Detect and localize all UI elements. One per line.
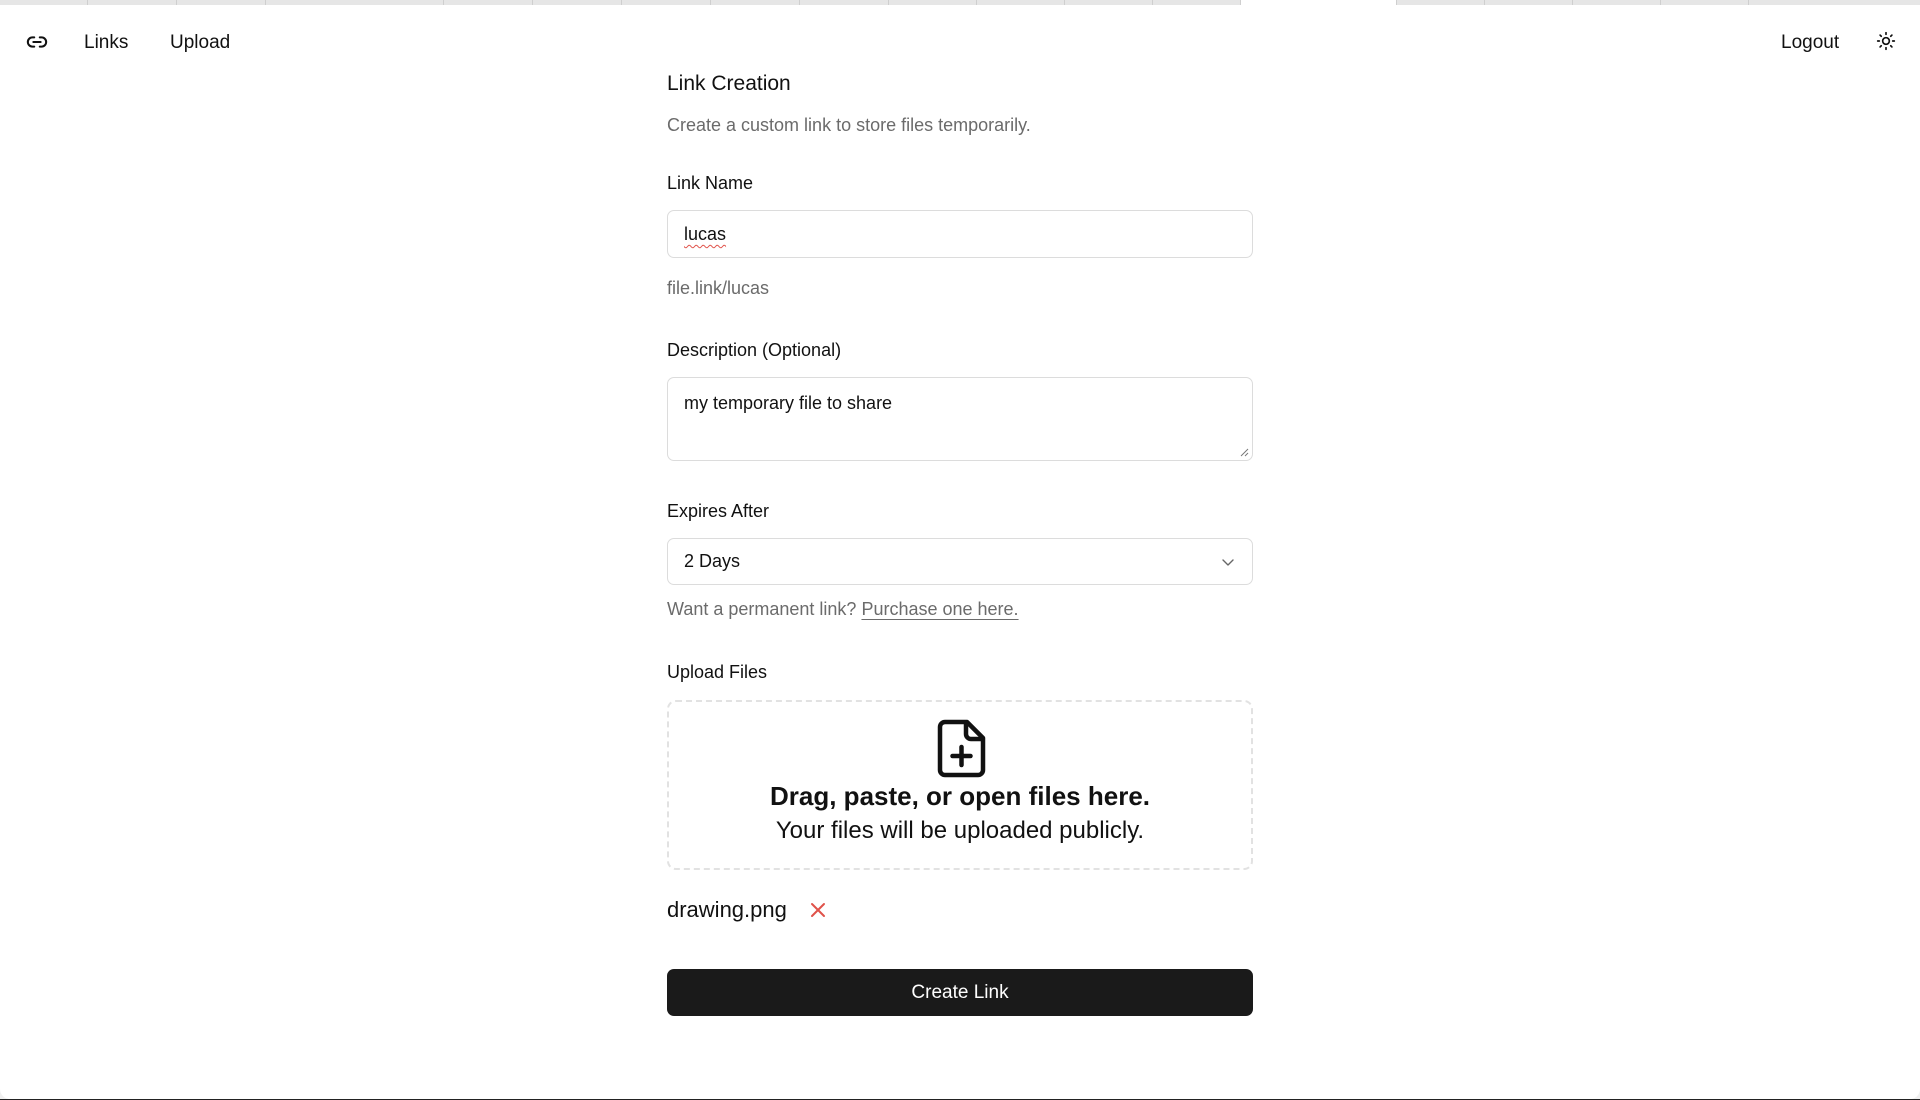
link-name-input[interactable]: lucas: [667, 210, 1253, 258]
expires-label: Expires After: [667, 501, 770, 521]
link-url-preview: file.link/lucas: [667, 278, 770, 298]
sun-icon[interactable]: [1871, 26, 1901, 56]
top-navbar: Links Upload Logout: [0, 5, 1920, 71]
expires-select[interactable]: 2 Days: [667, 538, 1253, 585]
chevron-down-icon: [1222, 559, 1234, 566]
uploaded-file-name: drawing.png: [667, 897, 787, 922]
remove-file-icon[interactable]: [809, 901, 827, 919]
dropzone-subtitle: Your files will be uploaded publicly.: [775, 817, 1145, 844]
permanent-link-hint: Want a permanent link? Purchase one here…: [667, 597, 1019, 621]
description-value: my temporary file to share: [684, 393, 893, 413]
dropzone-title: Drag, paste, or open files here.: [770, 781, 1150, 811]
description-textarea[interactable]: my temporary file to share: [667, 377, 1253, 461]
link-name-label: Link Name: [667, 173, 754, 193]
file-dropzone[interactable]: Drag, paste, or open files here. Your fi…: [667, 700, 1253, 870]
file-plus-icon: [937, 719, 986, 778]
page-subtitle: Create a custom link to store files temp…: [667, 115, 1031, 135]
app-window: Links Upload Logout Link Creation Create…: [0, 5, 1920, 1099]
nav-links-link[interactable]: Links: [84, 31, 128, 55]
purchase-link[interactable]: Purchase one here.: [861, 599, 1018, 619]
permanent-link-hint-text: Want a permanent link?: [667, 599, 857, 619]
create-link-button[interactable]: Create Link: [667, 969, 1253, 1016]
expires-selected-value: 2 Days: [684, 551, 741, 571]
uploaded-file-item: drawing.png: [667, 895, 827, 925]
link-name-value: lucas: [684, 224, 727, 244]
link-icon[interactable]: [22, 27, 52, 57]
resize-handle-icon[interactable]: [1239, 447, 1249, 457]
nav-upload-link[interactable]: Upload: [170, 31, 230, 55]
page-title: Link Creation: [667, 72, 791, 95]
description-label: Description (Optional): [667, 340, 842, 360]
logout-link[interactable]: Logout: [1781, 31, 1839, 55]
upload-files-label: Upload Files: [667, 662, 768, 682]
